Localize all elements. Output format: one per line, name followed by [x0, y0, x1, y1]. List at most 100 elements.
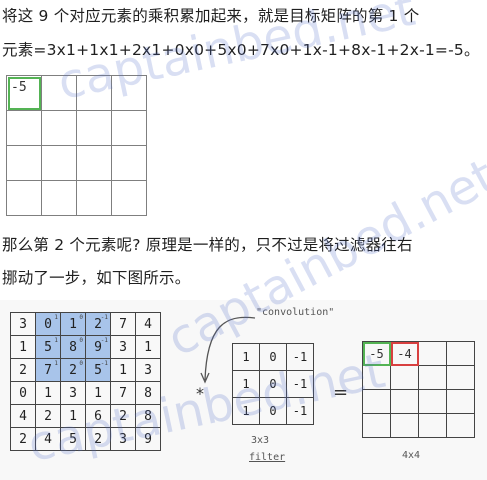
input-cell: 9 — [135, 427, 161, 451]
input-value: 2 — [44, 408, 52, 424]
input-value: 1 — [69, 316, 77, 332]
input-cell: 2 -1 — [85, 312, 111, 336]
filter-size-label: 3x3 — [251, 435, 270, 446]
result-grid-cell — [41, 180, 77, 216]
input-matrix: 3 0 1 1 0 2 -1 7 4 1 5 1 8 0 9 -1 3 1 2 7 1 2 0 5 -1 1 3 0 1 3 1 7 8 4 2 1 6… — [10, 312, 161, 451]
input-cell: 8 — [135, 404, 161, 428]
output-cell — [390, 389, 419, 414]
input-value: 7 — [119, 385, 127, 401]
input-cell: 20 — [60, 358, 86, 382]
result-grid: -5 — [6, 75, 147, 216]
input-cell: 3 — [60, 381, 86, 405]
paragraph-1-line-2: 元素=3x1+1x1+2x1+0x0+5x0+7x0+1x-1+8x-1+2x-… — [2, 41, 480, 59]
filter-weight-superscript: 1 — [54, 314, 58, 321]
input-value: 3 — [119, 431, 127, 447]
result-grid-cell — [41, 110, 77, 146]
output-cell — [362, 365, 391, 390]
filter-cell: -1 — [286, 397, 314, 425]
input-cell: 5 — [60, 427, 86, 451]
output-cell — [362, 389, 391, 414]
result-grid-cell: -5 — [6, 75, 42, 111]
input-cell: 1 — [135, 335, 161, 359]
convolution-label: "convolution" — [256, 307, 335, 318]
input-value: 1 — [94, 385, 102, 401]
input-cell: 7 — [110, 381, 136, 405]
input-cell: 3 — [135, 358, 161, 382]
input-value: 2 — [19, 431, 27, 447]
input-cell: 2 — [85, 427, 111, 451]
filter-cell: 1 — [232, 397, 260, 425]
input-value: 2 — [69, 362, 77, 378]
input-value: 4 — [144, 316, 152, 332]
input-value: 1 — [69, 408, 77, 424]
output-cell — [390, 413, 419, 438]
input-cell: 8 — [135, 381, 161, 405]
input-cell: 1 — [85, 381, 111, 405]
input-value: 6 — [94, 408, 102, 424]
filter-weight-superscript: 0 — [79, 337, 83, 344]
filter-weight-superscript: -1 — [100, 337, 108, 344]
input-cell: 2 — [110, 404, 136, 428]
input-cell: 5 -1 — [85, 358, 111, 382]
input-cell: 51 — [35, 335, 61, 359]
input-value: 7 — [44, 362, 52, 378]
output-cell — [446, 413, 475, 438]
convolution-figure: 3 0 1 1 0 2 -1 7 4 1 5 1 8 0 9 -1 3 1 2 7 1 2 0 5 -1 1 3 0 1 3 1 7 8 4 2 1 6… — [0, 300, 487, 480]
filter-cell: -1 — [286, 370, 314, 398]
output-matrix: -5 -4 — [362, 341, 475, 438]
filter-cell: -1 — [286, 343, 314, 371]
input-cell: 2 — [35, 404, 61, 428]
result-grid-cell — [76, 180, 112, 216]
input-cell: 3 — [10, 312, 36, 336]
result-value: -5 — [11, 80, 27, 95]
input-cell: 4 — [10, 404, 36, 428]
result-grid-cell — [111, 110, 147, 146]
filter-weight-superscript: 1 — [54, 337, 58, 344]
input-value: 2 — [119, 408, 127, 424]
output-cell — [446, 341, 475, 366]
input-cell: 4 — [35, 427, 61, 451]
result-grid-cell — [111, 75, 147, 111]
input-value: 2 — [19, 362, 27, 378]
input-value: 5 — [44, 339, 52, 355]
filter-weight-superscript: -1 — [100, 360, 108, 367]
result-grid-cell — [41, 145, 77, 181]
filter-cell: 0 — [259, 370, 287, 398]
input-value: 4 — [44, 431, 52, 447]
filter-name-label: filter — [249, 452, 286, 463]
input-value: 9 — [144, 431, 152, 447]
input-value: 0 — [19, 385, 27, 401]
equals-sign: = — [333, 382, 349, 403]
result-grid-cell — [111, 145, 147, 181]
input-cell: 2 — [10, 358, 36, 382]
input-value: 1 — [144, 339, 152, 355]
input-value: 3 — [144, 362, 152, 378]
result-grid-cell — [6, 145, 42, 181]
output-cell — [418, 389, 447, 414]
input-cell: 3 — [110, 335, 136, 359]
filter-cell: 1 — [232, 370, 260, 398]
paragraph-2-line-2: 挪动了一步，如下图所示。 — [2, 269, 191, 287]
input-cell: 4 — [135, 312, 161, 336]
input-value: 7 — [119, 316, 127, 332]
input-cell: 1 — [35, 381, 61, 405]
result-grid-cell — [76, 75, 112, 111]
input-value: 1 — [119, 362, 127, 378]
result-grid-cell — [111, 180, 147, 216]
input-value: 1 — [44, 385, 52, 401]
input-value: 1 — [19, 339, 27, 355]
filter-weight-superscript: 0 — [79, 360, 83, 367]
input-cell: 80 — [60, 335, 86, 359]
input-value: 0 — [44, 316, 52, 332]
input-value: 3 — [119, 339, 127, 355]
input-cell: 9 -1 — [85, 335, 111, 359]
output-cell — [362, 413, 391, 438]
output-cell — [418, 365, 447, 390]
output-cell: -5 — [362, 341, 391, 366]
result-grid-cell — [76, 145, 112, 181]
input-cell: 0 — [10, 381, 36, 405]
input-value: 5 — [69, 431, 77, 447]
filter-cell: 0 — [259, 397, 287, 425]
filter-weight-superscript: 1 — [54, 360, 58, 367]
input-value: 8 — [144, 408, 152, 424]
